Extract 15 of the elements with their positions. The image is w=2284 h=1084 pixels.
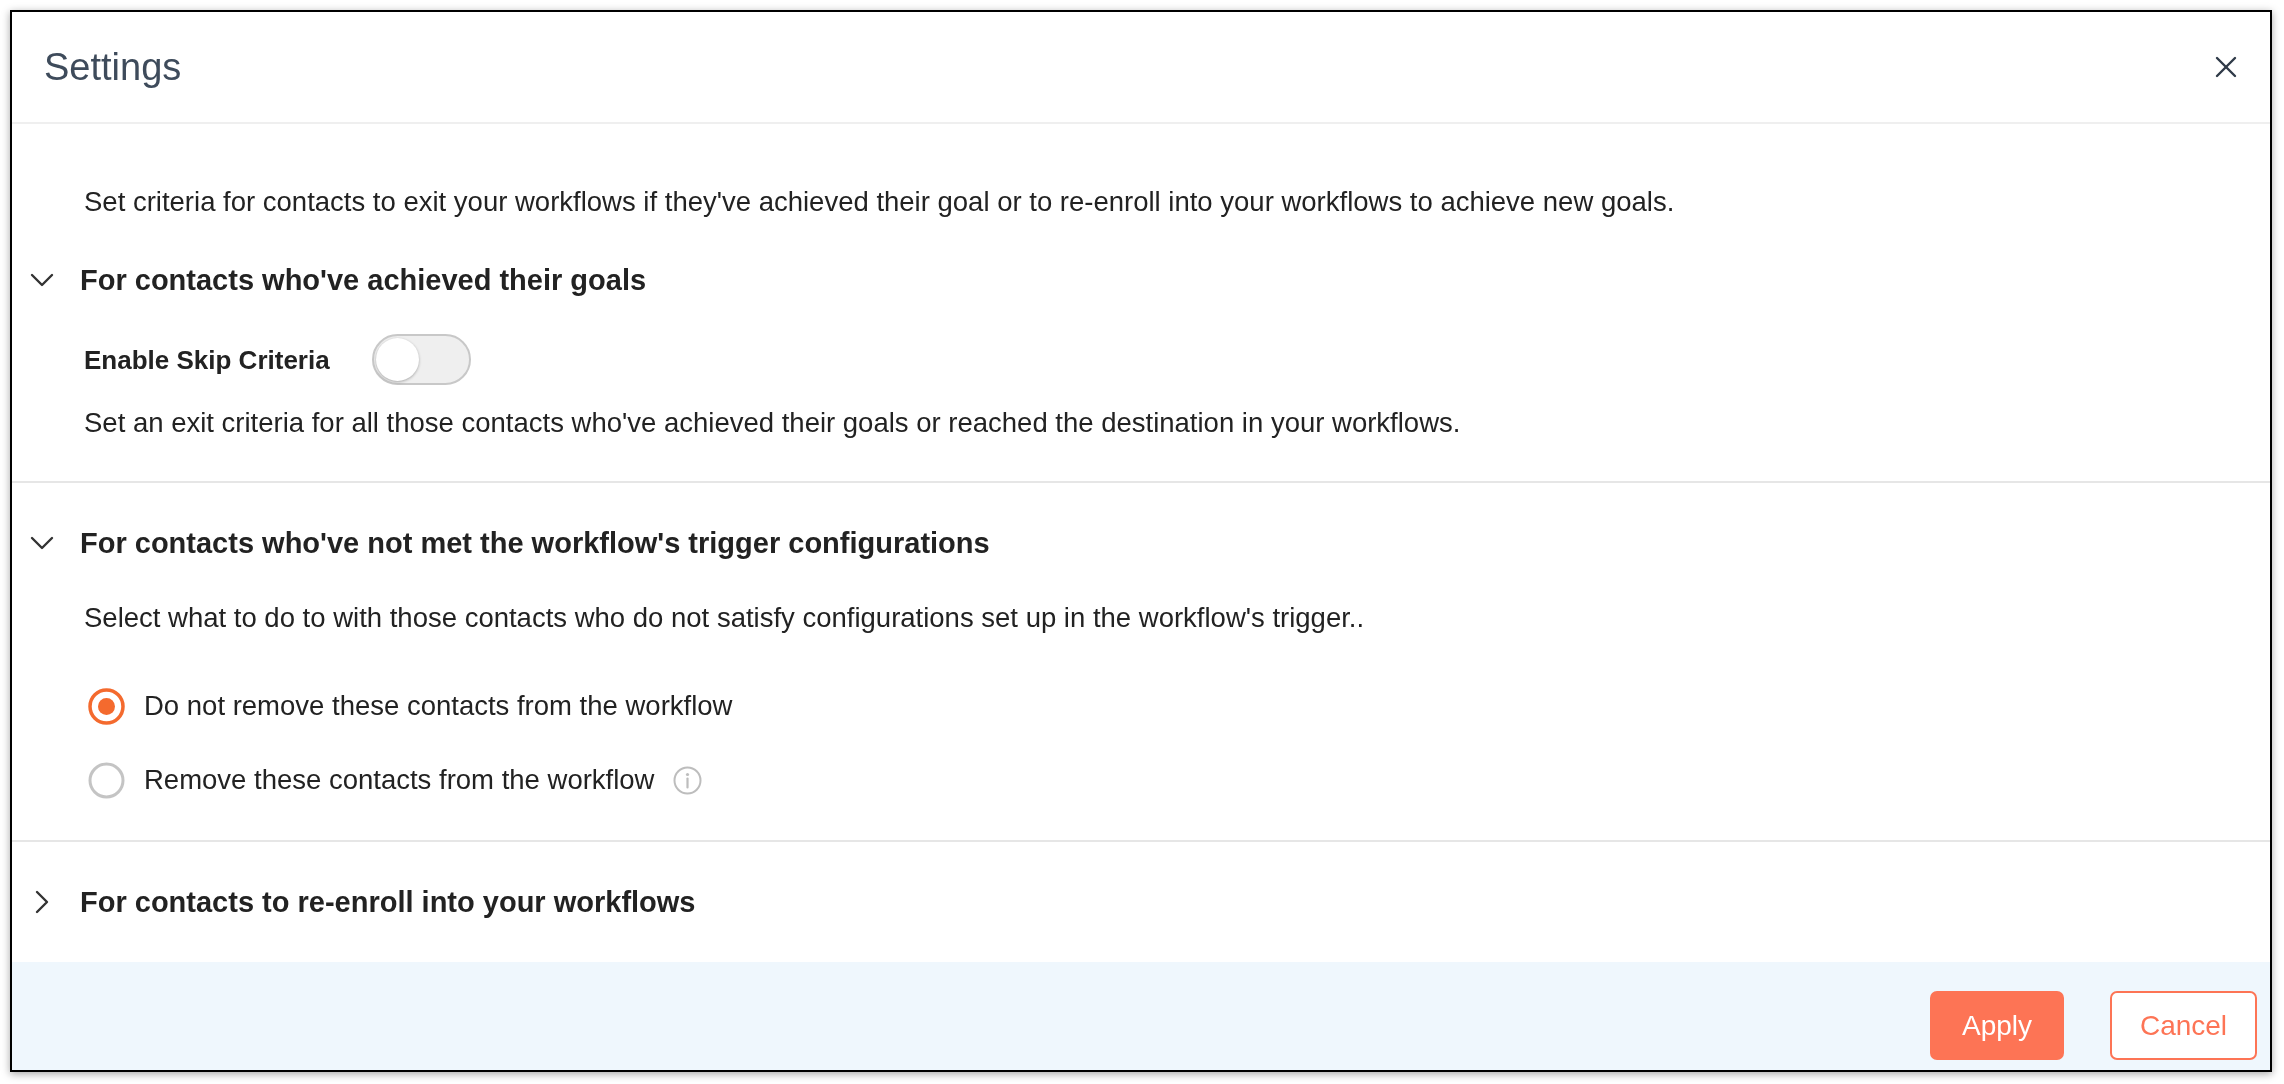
info-icon[interactable] <box>673 765 703 795</box>
section-description: Set an exit criteria for all those contacts who've achieved their goals or reached the destination in your workflows. <box>84 407 1462 439</box>
radio-option-label[interactable]: Do not remove these contacts from the workflow <box>144 690 733 722</box>
section-header[interactable]: For contacts who've not met the workflow's trigger configurations <box>30 525 990 561</box>
section-description: Select what to do to with those contacts who do not satisfy configurations set up in the workflow's trigger.. <box>84 602 1366 634</box>
radio-option-label[interactable]: Remove these contacts from the workflow <box>144 764 655 796</box>
radio-button[interactable] <box>88 687 125 725</box>
radio-button[interactable] <box>88 761 125 799</box>
close-icon <box>2214 55 2238 79</box>
intro-text: Set criteria for contacts to exit your workflows if they've achieved their goal or to re-enroll into your workflows to achieve new goals. <box>83 186 1676 218</box>
dialog-title: Settings <box>44 45 182 89</box>
toggle-label: Enable Skip Criteria <box>84 343 330 376</box>
toggle-switch[interactable] <box>371 334 471 385</box>
section-header[interactable]: For contacts who've achieved their goals <box>30 262 647 298</box>
section-header[interactable]: For contacts to re-enroll into your workflows <box>30 884 696 920</box>
